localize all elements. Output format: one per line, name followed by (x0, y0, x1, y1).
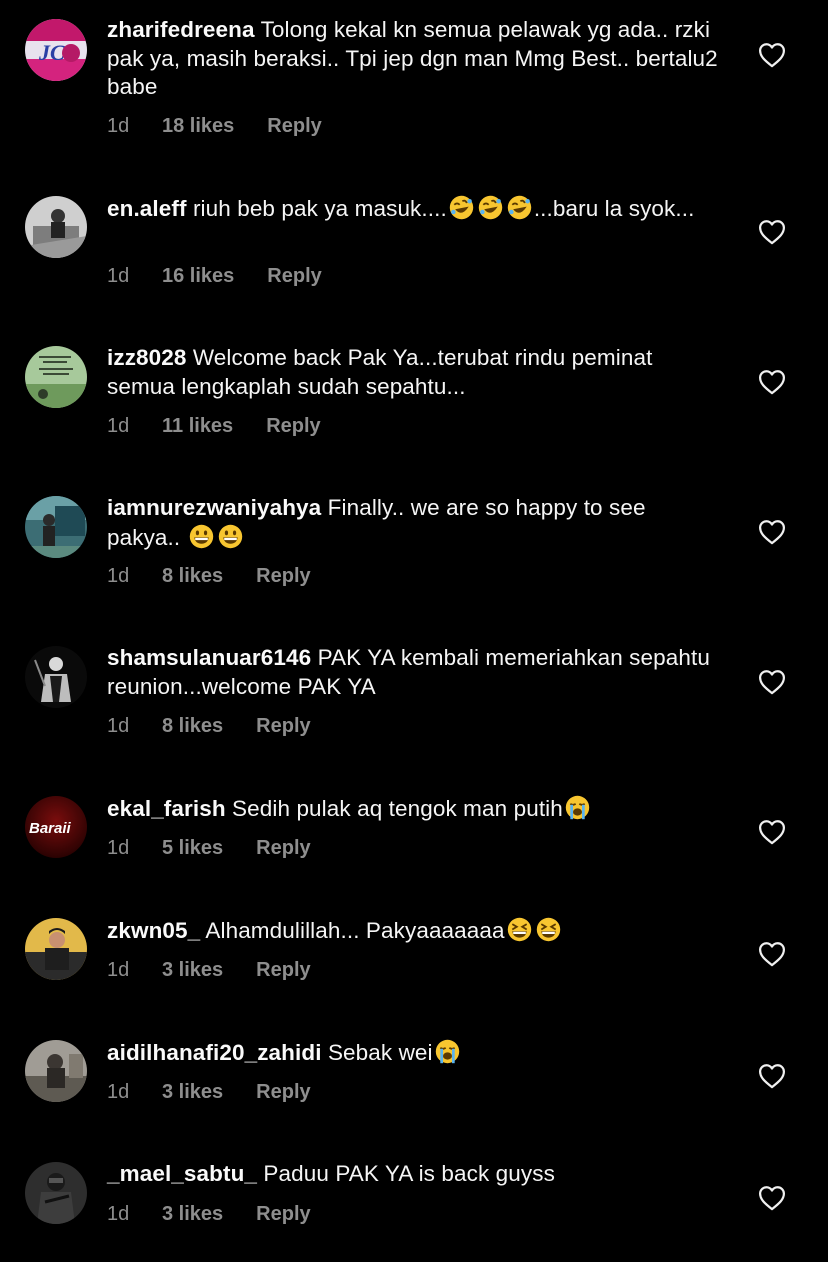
comment-meta: 1d 5 likes Reply (107, 836, 311, 860)
likes-count[interactable]: 16 likes (162, 264, 234, 288)
comment-body: Sebak wei (327, 1040, 433, 1065)
comment-meta: 1d 3 likes Reply (107, 1080, 311, 1104)
avatar[interactable] (25, 918, 87, 980)
rofl-emoji (448, 194, 475, 221)
comment-text: en.aleff riuh beb pak ya masuk.... ...bar… (107, 194, 722, 224)
heart-outline-icon[interactable] (758, 519, 786, 545)
heart-outline-icon[interactable] (758, 42, 786, 68)
comment-username[interactable]: ekal_farish (107, 796, 226, 821)
comment-body: ...baru la syok... (533, 196, 695, 221)
comment-text: zkwn05_ Alhamdulillah... Pakyaaaaaaa (107, 916, 722, 946)
avatar[interactable] (25, 346, 87, 408)
avatar[interactable]: Baraii (25, 796, 87, 858)
likes-count[interactable]: 3 likes (162, 1202, 223, 1226)
comment-username[interactable]: zharifedreena (107, 17, 255, 42)
heart-outline-icon[interactable] (758, 1063, 786, 1089)
avatar[interactable] (25, 196, 87, 258)
comment-body: riuh beb pak ya masuk.... (192, 196, 447, 221)
sob-emoji (564, 794, 591, 821)
svg-text:Baraii: Baraii (29, 820, 72, 837)
comment-time: 1d (107, 1081, 130, 1103)
grin-emoji (188, 523, 215, 550)
comment-time: 1d (107, 115, 130, 137)
comment-body: Alhamdulillah... Pakyaaaaaaa (205, 918, 505, 943)
heart-outline-icon[interactable] (758, 219, 786, 245)
reply-button[interactable]: Reply (256, 564, 310, 588)
comment-meta: 1d 8 likes Reply (107, 564, 311, 588)
comment-time: 1d (107, 1203, 130, 1225)
comment-time: 1d (107, 959, 130, 981)
comment-meta: 1d 8 likes Reply (107, 714, 311, 738)
laugh-emoji (506, 916, 533, 943)
avatar[interactable]: JC (25, 19, 87, 81)
comment-meta: 1d 3 likes Reply (107, 1202, 311, 1226)
reply-button[interactable]: Reply (256, 1202, 310, 1226)
comment-text: aidilhanafi20_zahidi Sebak wei (107, 1038, 722, 1068)
comment-meta: 1d 18 likes Reply (107, 114, 322, 138)
comment-text: ekal_farish Sedih pulak aq tengok man pu… (107, 794, 722, 824)
comment-username[interactable]: shamsulanuar6146 (107, 645, 311, 670)
comment-username[interactable]: izz8028 (107, 345, 187, 370)
likes-count[interactable]: 11 likes (162, 414, 233, 438)
likes-count[interactable]: 8 likes (162, 714, 223, 738)
heart-outline-icon[interactable] (758, 941, 786, 967)
comment-body: Welcome back Pak Ya...terubat rindu pemi… (107, 345, 653, 399)
likes-count[interactable]: 5 likes (162, 836, 223, 860)
comment-time: 1d (107, 565, 130, 587)
comment-username[interactable]: en.aleff (107, 196, 187, 221)
rofl-emoji (477, 194, 504, 221)
comment-username[interactable]: iamnurezwaniyahya (107, 495, 321, 520)
comment-username[interactable]: aidilhanafi20_zahidi (107, 1040, 322, 1065)
comment-body: Sedih pulak aq tengok man putih (232, 796, 563, 821)
comment-username[interactable]: _mael_sabtu_ (107, 1161, 257, 1186)
heart-outline-icon[interactable] (758, 1185, 786, 1211)
heart-outline-icon[interactable] (758, 669, 786, 695)
likes-count[interactable]: 8 likes (162, 564, 223, 588)
laugh-emoji (535, 916, 562, 943)
avatar[interactable] (25, 646, 87, 708)
svg-text:JC: JC (38, 40, 65, 65)
sob-emoji (434, 1038, 461, 1065)
reply-button[interactable]: Reply (256, 836, 310, 860)
comment-body: Paduu PAK YA is back guyss (263, 1161, 555, 1186)
likes-count[interactable]: 18 likes (162, 114, 234, 138)
heart-outline-icon[interactable] (758, 819, 786, 845)
reply-button[interactable]: Reply (266, 414, 320, 438)
comment-time: 1d (107, 415, 130, 437)
avatar[interactable] (25, 496, 87, 558)
reply-button[interactable]: Reply (256, 1080, 310, 1104)
likes-count[interactable]: 3 likes (162, 1080, 223, 1104)
reply-button[interactable]: Reply (256, 958, 310, 982)
grin-emoji (217, 523, 244, 550)
avatar[interactable] (25, 1040, 87, 1102)
comment-text: shamsulanuar6146 PAK YA kembali memeriah… (107, 644, 722, 701)
avatar[interactable] (25, 1162, 87, 1224)
comment-time: 1d (107, 715, 130, 737)
comment-text: izz8028 Welcome back Pak Ya...terubat ri… (107, 344, 722, 401)
heart-outline-icon[interactable] (758, 369, 786, 395)
likes-count[interactable]: 3 likes (162, 958, 223, 982)
comment-meta: 1d 11 likes Reply (107, 414, 321, 438)
comment-text: iamnurezwaniyahya Finally.. we are so ha… (107, 494, 722, 552)
comment-time: 1d (107, 837, 130, 859)
comment-time: 1d (107, 265, 130, 287)
comment-meta: 1d 16 likes Reply (107, 264, 322, 288)
comment-text: zharifedreena Tolong kekal kn semua pela… (107, 16, 722, 102)
rofl-emoji (506, 194, 533, 221)
comment-text: _mael_sabtu_ Paduu PAK YA is back guyss (107, 1160, 722, 1189)
comment-username[interactable]: zkwn05_ (107, 918, 200, 943)
reply-button[interactable]: Reply (267, 114, 321, 138)
reply-button[interactable]: Reply (256, 714, 310, 738)
comment-meta: 1d 3 likes Reply (107, 958, 311, 982)
reply-button[interactable]: Reply (267, 264, 321, 288)
